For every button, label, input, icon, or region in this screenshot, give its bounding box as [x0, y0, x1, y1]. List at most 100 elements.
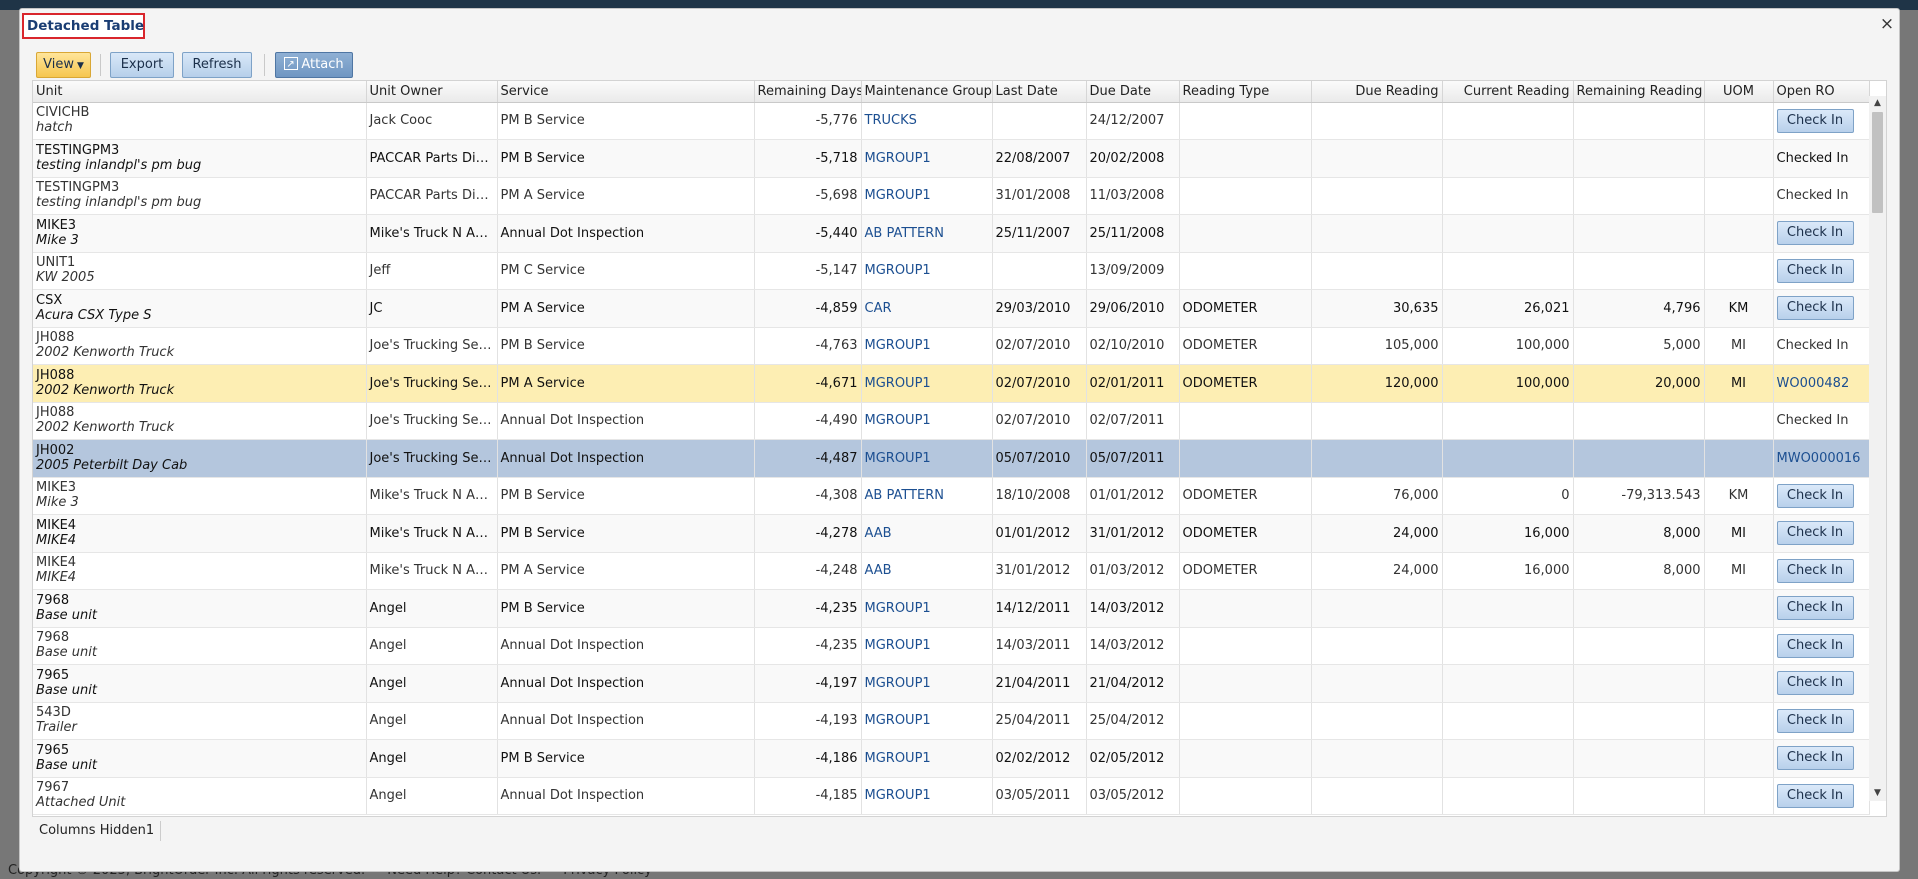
col-header-due-reading[interactable]: Due Reading	[1311, 81, 1443, 103]
export-button[interactable]: Export	[110, 52, 174, 78]
cell-open-ro: Check In	[1773, 514, 1870, 553]
maintenance-group-link[interactable]: MGROUP1	[865, 263, 931, 278]
view-dropdown-button[interactable]: View ▼	[36, 52, 91, 78]
cell-current-reading	[1442, 102, 1574, 140]
col-header-open-ro[interactable]: Open RO	[1773, 81, 1870, 103]
col-header-last-date[interactable]: Last Date	[992, 81, 1087, 103]
table-row[interactable]: MIKE4 MIKE4 Mike's Truck N Auto PM B Servic…	[33, 514, 1870, 553]
check-in-button[interactable]: Check In	[1776, 596, 1854, 621]
maintenance-group-link[interactable]: AB PATTERN	[865, 488, 944, 503]
maintenance-group-link[interactable]: MGROUP1	[865, 713, 931, 728]
maintenance-group-link[interactable]: MGROUP1	[865, 638, 931, 653]
check-in-button[interactable]: Check In	[1776, 221, 1854, 246]
maintenance-group-link[interactable]: MGROUP1	[865, 413, 931, 428]
cell-due-reading	[1311, 664, 1443, 703]
check-in-button[interactable]: Check In	[1776, 783, 1854, 808]
table-row[interactable]: 7968 Base unit Angel Annual Dot Inspection -…	[33, 627, 1870, 665]
maintenance-group-link[interactable]: AAB	[865, 526, 892, 541]
cell-maintenance-group: MGROUP1	[861, 402, 993, 440]
col-header-remaining-days[interactable]: Remaining Days	[754, 81, 862, 103]
scrollbar-thumb[interactable]	[1872, 112, 1883, 213]
attach-icon	[284, 53, 299, 77]
col-header-unit[interactable]: Unit	[33, 81, 367, 103]
scroll-down-icon[interactable]: ▼	[1869, 786, 1886, 801]
attach-button[interactable]: Attach	[275, 52, 353, 78]
cell-last-date: 18/10/2008	[992, 477, 1087, 515]
cell-uom	[1704, 439, 1774, 478]
table-row[interactable]: JH002 2005 Peterbilt Day Cab Joe's Truckin…	[33, 439, 1870, 478]
col-header-unit-owner[interactable]: Unit Owner	[366, 81, 498, 103]
cell-remaining-days: -5,698	[754, 177, 862, 215]
cell-current-reading	[1442, 252, 1574, 290]
cell-open-ro: Check In	[1773, 739, 1870, 778]
cell-unit: UNIT1 KW 2005	[33, 252, 367, 290]
scroll-up-icon[interactable]: ▲	[1869, 96, 1886, 111]
maintenance-group-link[interactable]: AAB	[865, 563, 892, 578]
check-in-button[interactable]: Check In	[1776, 633, 1854, 658]
cell-open-ro: MWO000016	[1773, 439, 1870, 478]
table-row[interactable]: MIKE3 Mike 3 Mike's Truck N Auto Annual Dot…	[33, 214, 1870, 253]
table-row[interactable]: 7965 Base unit Angel Annual Dot Inspection -…	[33, 664, 1870, 703]
table-row[interactable]: TESTINGPM3 testing inlandpl's pm bug PACCA…	[33, 139, 1870, 178]
col-header-due-date[interactable]: Due Date	[1086, 81, 1180, 103]
check-in-button[interactable]: Check In	[1776, 558, 1854, 583]
check-in-button[interactable]: Check In	[1776, 296, 1854, 321]
maintenance-group-link[interactable]: MGROUP1	[865, 338, 931, 353]
cell-open-ro: Check In	[1773, 289, 1870, 328]
table-row[interactable]: CSX Acura CSX Type S JC PM A Service -4,859 C…	[33, 289, 1870, 328]
maintenance-group-link[interactable]: MGROUP1	[865, 451, 931, 466]
cell-unit-owner: Angel	[366, 739, 498, 778]
check-in-button[interactable]: Check In	[1776, 108, 1854, 133]
maintenance-group-link[interactable]: MGROUP1	[865, 788, 931, 803]
unit-code: MIKE3	[36, 217, 77, 233]
table-row[interactable]: MIKE4 MIKE4 Mike's Truck N Auto PM A Servic…	[33, 552, 1870, 590]
maintenance-group-link[interactable]: MGROUP1	[865, 151, 931, 166]
table-row[interactable]: JH088 2002 Kenworth Truck Joe's Trucking S…	[33, 327, 1870, 365]
maintenance-group-link[interactable]: MGROUP1	[865, 601, 931, 616]
col-header-reading-type[interactable]: Reading Type	[1179, 81, 1312, 103]
maintenance-group-link[interactable]: MGROUP1	[865, 376, 931, 391]
table-row[interactable]: JH088 2002 Kenworth Truck Joe's Trucking S…	[33, 364, 1870, 403]
cell-current-reading: 100,000	[1442, 364, 1574, 403]
work-order-link[interactable]: WO000482	[1777, 376, 1850, 391]
check-in-button[interactable]: Check In	[1776, 746, 1854, 771]
table-row[interactable]: 543D Trailer Angel Annual Dot Inspection -4,…	[33, 702, 1870, 740]
cell-open-ro: Checked In	[1773, 402, 1870, 440]
maintenance-group-link[interactable]: MGROUP1	[865, 188, 931, 203]
close-icon[interactable]: ×	[1879, 15, 1895, 33]
cell-due-reading	[1311, 102, 1443, 140]
maintenance-group-link[interactable]: MGROUP1	[865, 676, 931, 691]
col-header-remaining-reading[interactable]: Remaining Reading	[1573, 81, 1705, 103]
table-row[interactable]: JH088 2002 Kenworth Truck Joe's Trucking S…	[33, 402, 1870, 440]
cell-due-date: 25/11/2008	[1086, 214, 1180, 253]
check-in-button[interactable]: Check In	[1776, 521, 1854, 546]
cell-remaining-reading	[1573, 777, 1705, 815]
table-row[interactable]: UNIT1 KW 2005 Jeff PM C Service -5,147 MGROUP…	[33, 252, 1870, 290]
check-in-button[interactable]: Check In	[1776, 483, 1854, 508]
check-in-button[interactable]: Check In	[1776, 708, 1854, 733]
maintenance-group-link[interactable]: MGROUP1	[865, 751, 931, 766]
check-in-button[interactable]: Check In	[1776, 671, 1854, 696]
refresh-button[interactable]: Refresh	[182, 52, 252, 78]
maintenance-group-link[interactable]: CAR	[865, 301, 892, 316]
table-row[interactable]: 7968 Base unit Angel PM B Service -4,235 MGRO…	[33, 589, 1870, 628]
col-header-current-reading[interactable]: Current Reading	[1442, 81, 1574, 103]
cell-remaining-reading	[1573, 139, 1705, 178]
col-header-service[interactable]: Service	[497, 81, 755, 103]
table-row[interactable]: 7967 Attached Unit Angel Annual Dot Inspect…	[33, 777, 1870, 815]
col-header-uom[interactable]: UOM	[1704, 81, 1774, 103]
work-order-link[interactable]: MWO000016	[1777, 451, 1861, 466]
vertical-scrollbar[interactable]: ▲ ▼	[1869, 96, 1886, 801]
maintenance-group-link[interactable]: TRUCKS	[865, 113, 917, 128]
cell-unit-owner: Angel	[366, 664, 498, 703]
table-row[interactable]: CIVICHB hatch Jack Cooc PM B Service -5,776 T…	[33, 102, 1870, 140]
table-row[interactable]: TESTINGPM3 testing inlandpl's pm bug PACCA…	[33, 177, 1870, 215]
cell-current-reading	[1442, 664, 1574, 703]
table-row[interactable]: MIKE3 Mike 3 Mike's Truck N Auto PM B Servi…	[33, 477, 1870, 515]
col-header-maintenance-group[interactable]: Maintenance Group	[861, 81, 993, 103]
check-in-button[interactable]: Check In	[1776, 258, 1854, 283]
unit-description: Acura CSX Type S	[36, 307, 152, 323]
columns-hidden-indicator[interactable]: Columns Hidden1	[32, 821, 162, 841]
maintenance-group-link[interactable]: AB PATTERN	[865, 226, 944, 241]
table-row[interactable]: 7965 Base unit Angel PM B Service -4,186 MGRO…	[33, 739, 1870, 778]
